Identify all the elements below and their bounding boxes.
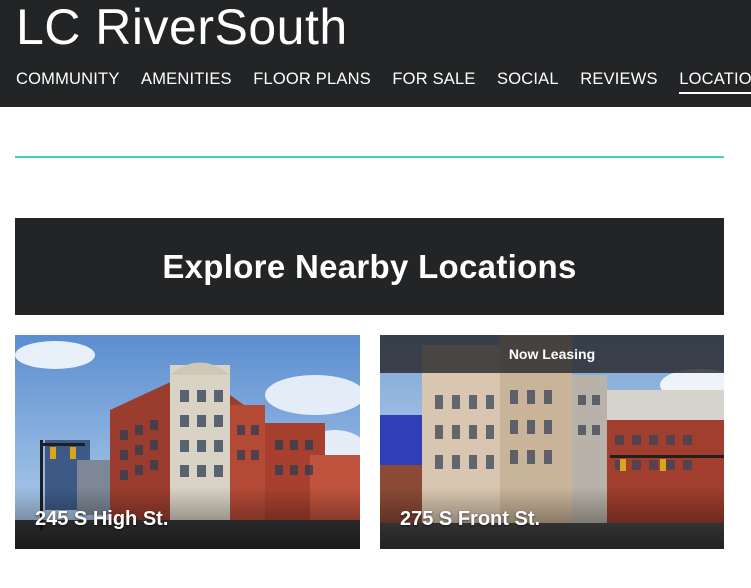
nav-item-reviews[interactable]: REVIEWS <box>580 70 658 92</box>
site-title[interactable]: LC RiverSouth <box>16 0 348 56</box>
main-nav: COMMUNITY AMENITIES FLOOR PLANS FOR SALE… <box>16 70 751 94</box>
nav-item-floor-plans[interactable]: FLOOR PLANS <box>253 70 371 92</box>
nav-item-community[interactable]: COMMUNITY <box>16 70 120 92</box>
site-header: LC RiverSouth COMMUNITY AMENITIES FLOOR … <box>0 0 751 107</box>
banner-title: Explore Nearby Locations <box>162 247 577 285</box>
nav-item-social[interactable]: SOCIAL <box>497 70 559 92</box>
location-card-front-st[interactable]: Now Leasing 275 S Front St. <box>380 335 724 549</box>
location-card-high-st[interactable]: 245 S High St. <box>15 335 360 549</box>
now-leasing-ribbon: Now Leasing <box>380 335 724 373</box>
location-name[interactable]: 245 S High St. <box>35 508 168 531</box>
nearby-locations-banner: Explore Nearby Locations <box>15 218 724 315</box>
section-divider <box>15 156 724 158</box>
nav-item-amenities[interactable]: AMENITIES <box>141 70 232 92</box>
now-leasing-badge: Now Leasing <box>508 346 596 362</box>
location-name[interactable]: 275 S Front St. <box>400 508 540 531</box>
nav-item-for-sale[interactable]: FOR SALE <box>392 70 475 92</box>
nav-item-location[interactable]: LOCATION <box>679 70 751 94</box>
